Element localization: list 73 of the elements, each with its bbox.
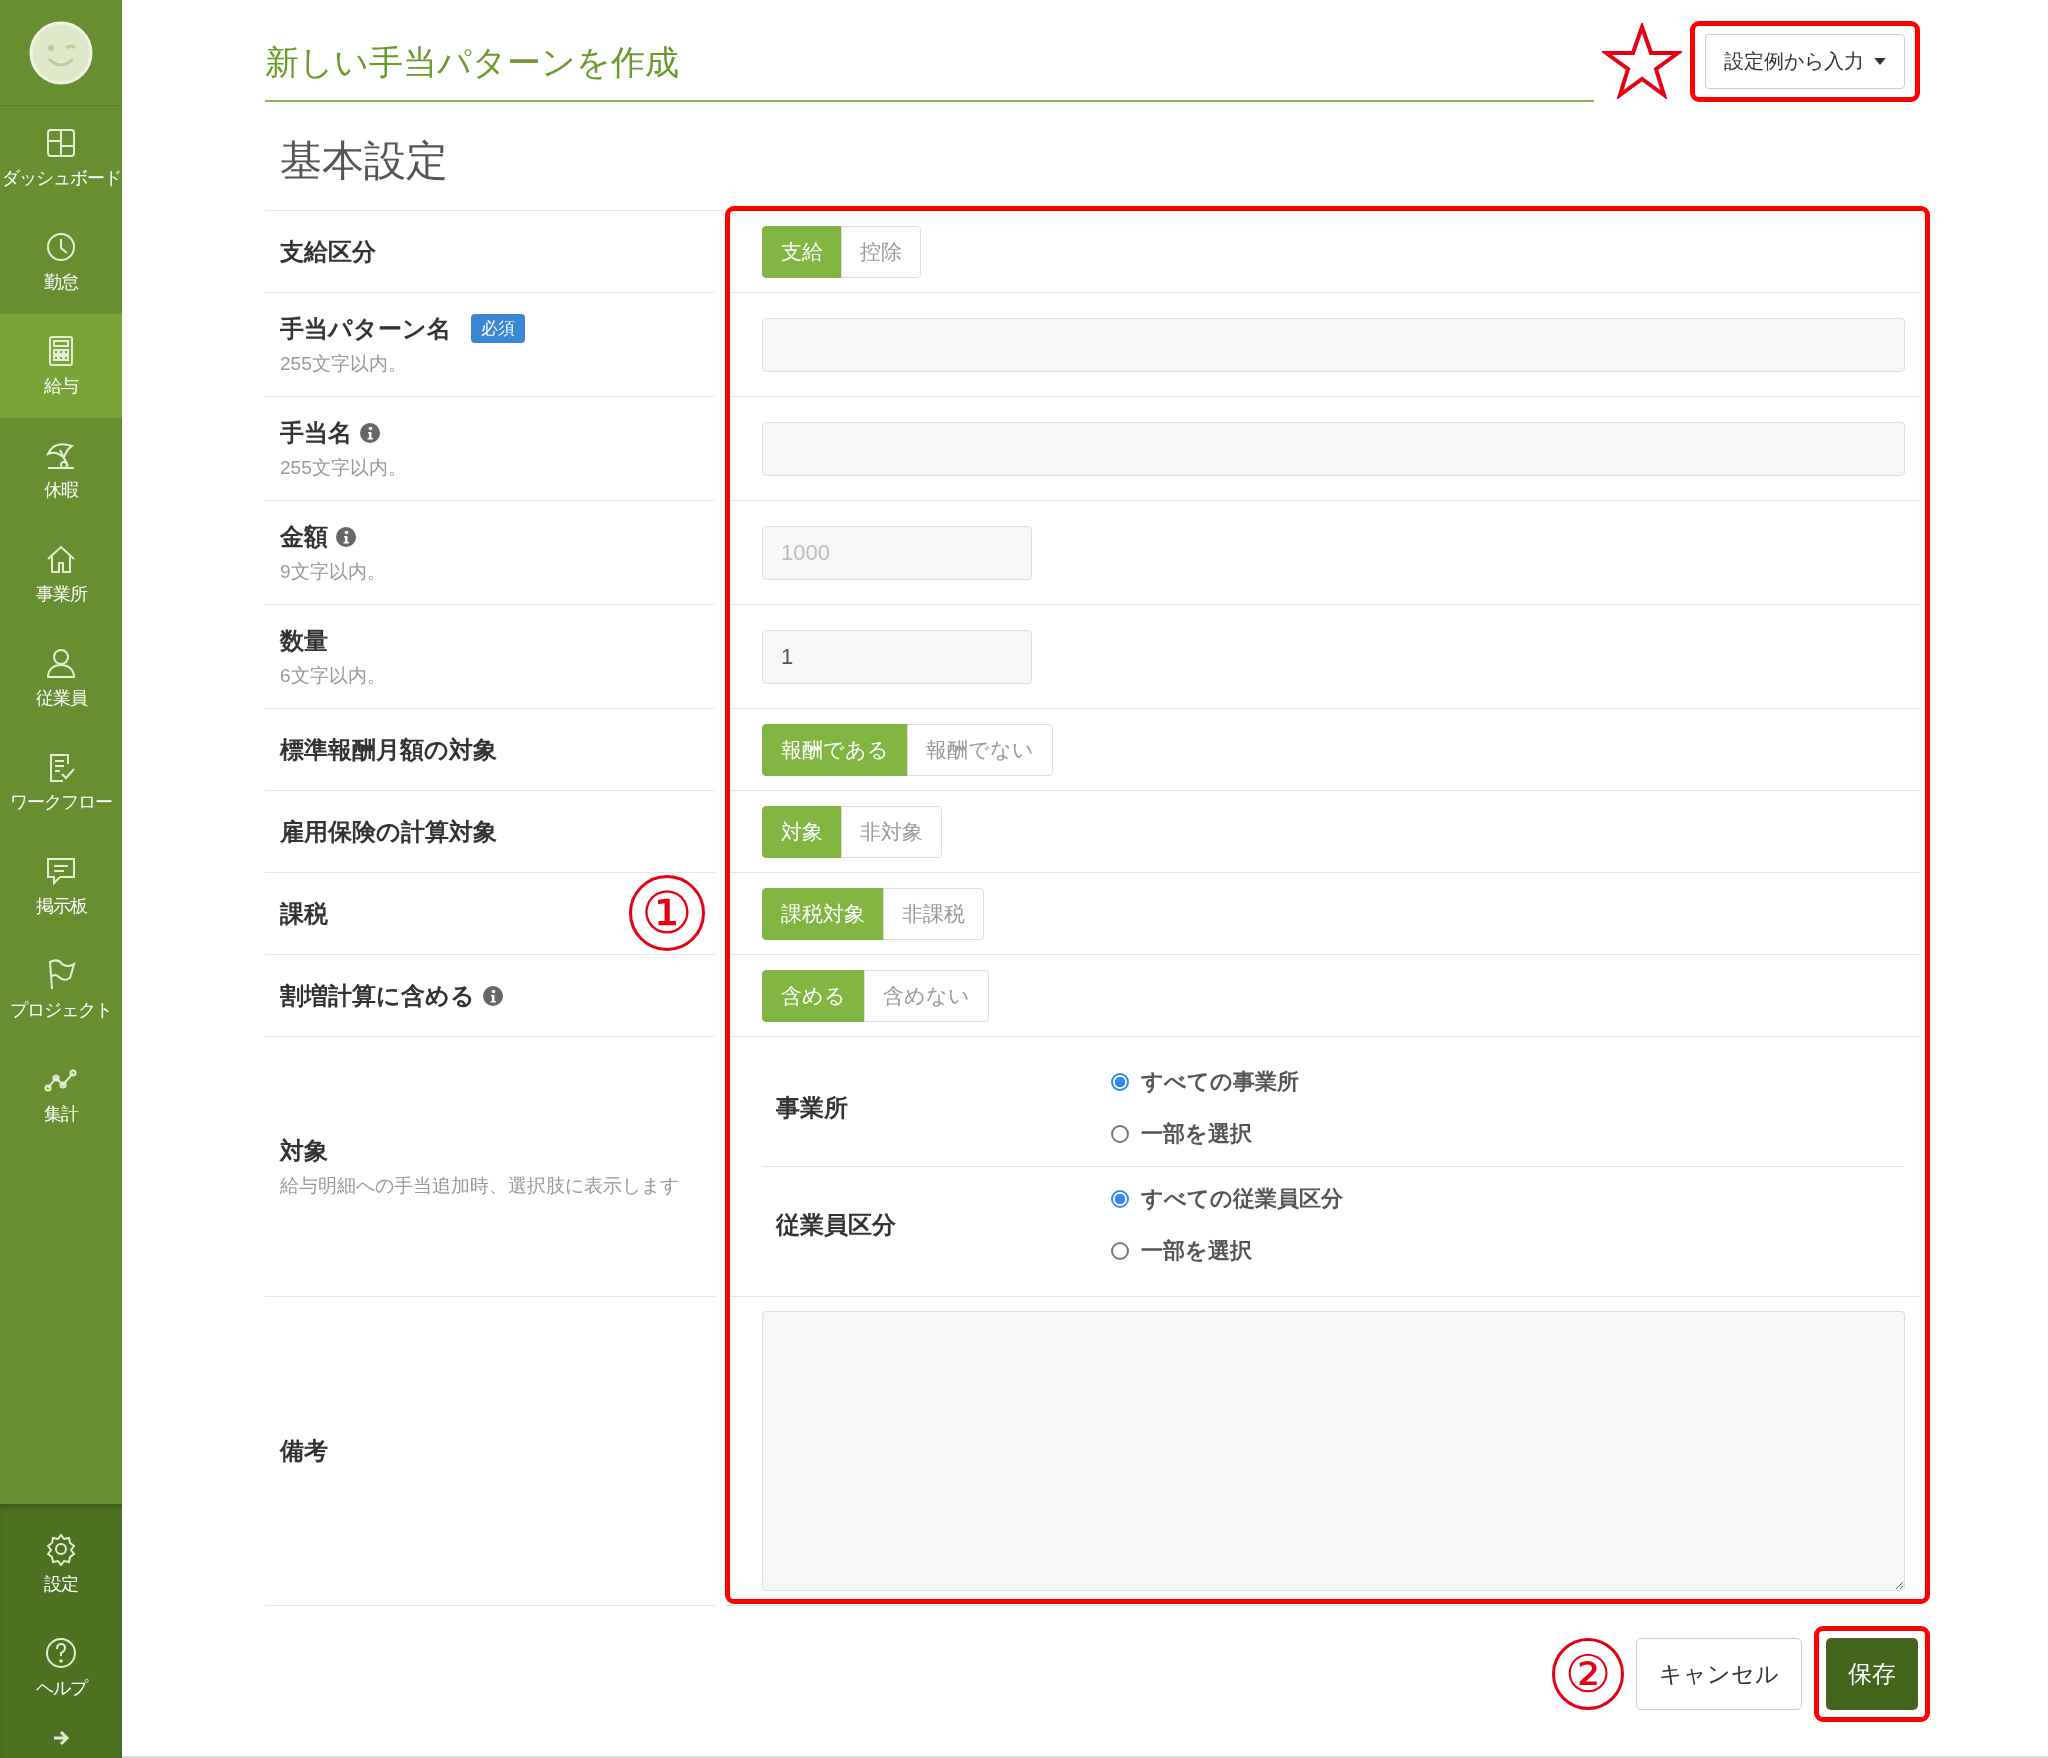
radio-label[interactable]: 一部を選択 [1141,1236,1252,1266]
field-label: 割増計算に含める [280,980,475,1011]
field-label: 金額 [280,521,328,552]
sidebar-item[interactable]: 勤怠 [0,210,122,314]
preset-dropdown[interactable]: 設定例から入力 [1705,33,1905,89]
sidebar-item[interactable]: ヘルプ [0,1616,122,1720]
sidebar-item[interactable]: 事業所 [0,522,122,626]
sidebar-item[interactable]: ダッシュボード [0,106,122,210]
section-title: 基本設定 [280,136,449,186]
toggle-option[interactable]: 支給 [762,225,842,278]
radio-label[interactable]: すべての事業所 [1141,1067,1299,1097]
toggle-option[interactable]: 非課税 [883,887,984,940]
sidebar-item[interactable]: 集計 [0,1042,122,1146]
radio-label[interactable]: 一部を選択 [1141,1119,1252,1149]
field-label: 支給区分 [280,236,376,267]
avatar-icon[interactable] [29,20,93,85]
sidebar-item[interactable]: 設定 [0,1512,122,1616]
settings-icon [44,1532,78,1566]
radio-button[interactable] [1111,1242,1129,1260]
required-badge: 必須 [471,314,525,343]
field-label: 数量 [280,625,328,656]
sidebar-item[interactable]: 従業員 [0,626,122,730]
field-label: 雇用保険の計算対象 [280,816,497,847]
help-icon [44,1636,78,1670]
page-title: 新しい手当パターンを作成 [265,40,679,102]
radio-button[interactable] [1111,1125,1129,1143]
callout-number: ② [1552,1638,1624,1710]
star-icon [1602,23,1682,99]
field-label: 標準報酬月額の対象 [280,734,497,765]
save-button[interactable]: 保存 [1826,1638,1918,1710]
toggle-option[interactable]: 課税対象 [762,887,884,940]
field-label: 対象 [280,1135,328,1166]
group-label: 従業員区分 [774,1210,897,1240]
toggle-option[interactable]: 報酬である [762,723,908,776]
radio-label[interactable]: すべての従業員区分 [1141,1184,1343,1214]
field-hint: 255文字以内。 [280,351,408,376]
field-label: 備考 [280,1436,328,1466]
info-icon[interactable] [360,422,380,443]
info-icon[interactable] [336,526,356,547]
toggle-option[interactable]: 非対象 [841,805,942,858]
grid-icon [44,126,78,160]
toggle-option[interactable]: 含めない [864,969,989,1022]
text-field[interactable]: 1 [762,629,1032,684]
field-hint: 給与明細への手当追加時、選択肢に表示します [280,1173,680,1198]
field-label: 手当名 [280,417,352,448]
caret-icon [1874,57,1886,65]
text-field[interactable]: 1000 [762,525,1032,580]
notes-field[interactable] [762,1311,1905,1591]
callout-number: ① [629,875,705,951]
toggle-option[interactable]: 含める [762,969,865,1022]
radio-button[interactable] [1111,1190,1129,1208]
cancel-button[interactable]: キャンセル [1636,1638,1802,1710]
text-field[interactable] [762,317,1905,372]
radio-button[interactable] [1111,1073,1129,1091]
field-hint: 255文字以内。 [280,455,408,480]
person-icon [44,646,78,680]
sidebar-item[interactable]: 掲示板 [0,834,122,938]
info-icon[interactable] [483,985,503,1006]
sidebar-item[interactable]: プロジェクト [0,938,122,1042]
text-field[interactable] [762,421,1905,476]
sidebar-item[interactable]: 休暇 [0,418,122,522]
field-label: 手当パターン名 [280,313,451,344]
arrow-right-icon[interactable] [51,1728,71,1748]
toggle-option[interactable]: 報酬でない [907,723,1053,776]
field-label: 課税 [280,898,328,929]
sidebar-item[interactable]: 給与 [0,314,122,418]
field-hint: 9文字以内。 [280,559,387,584]
sidebar-item[interactable]: ワークフロー [0,730,122,834]
field-hint: 6文字以内。 [280,663,387,688]
toggle-option[interactable]: 控除 [841,225,921,278]
clock-icon [44,230,78,264]
toggle-option[interactable]: 対象 [762,805,842,858]
group-label: 事業所 [775,1093,849,1123]
